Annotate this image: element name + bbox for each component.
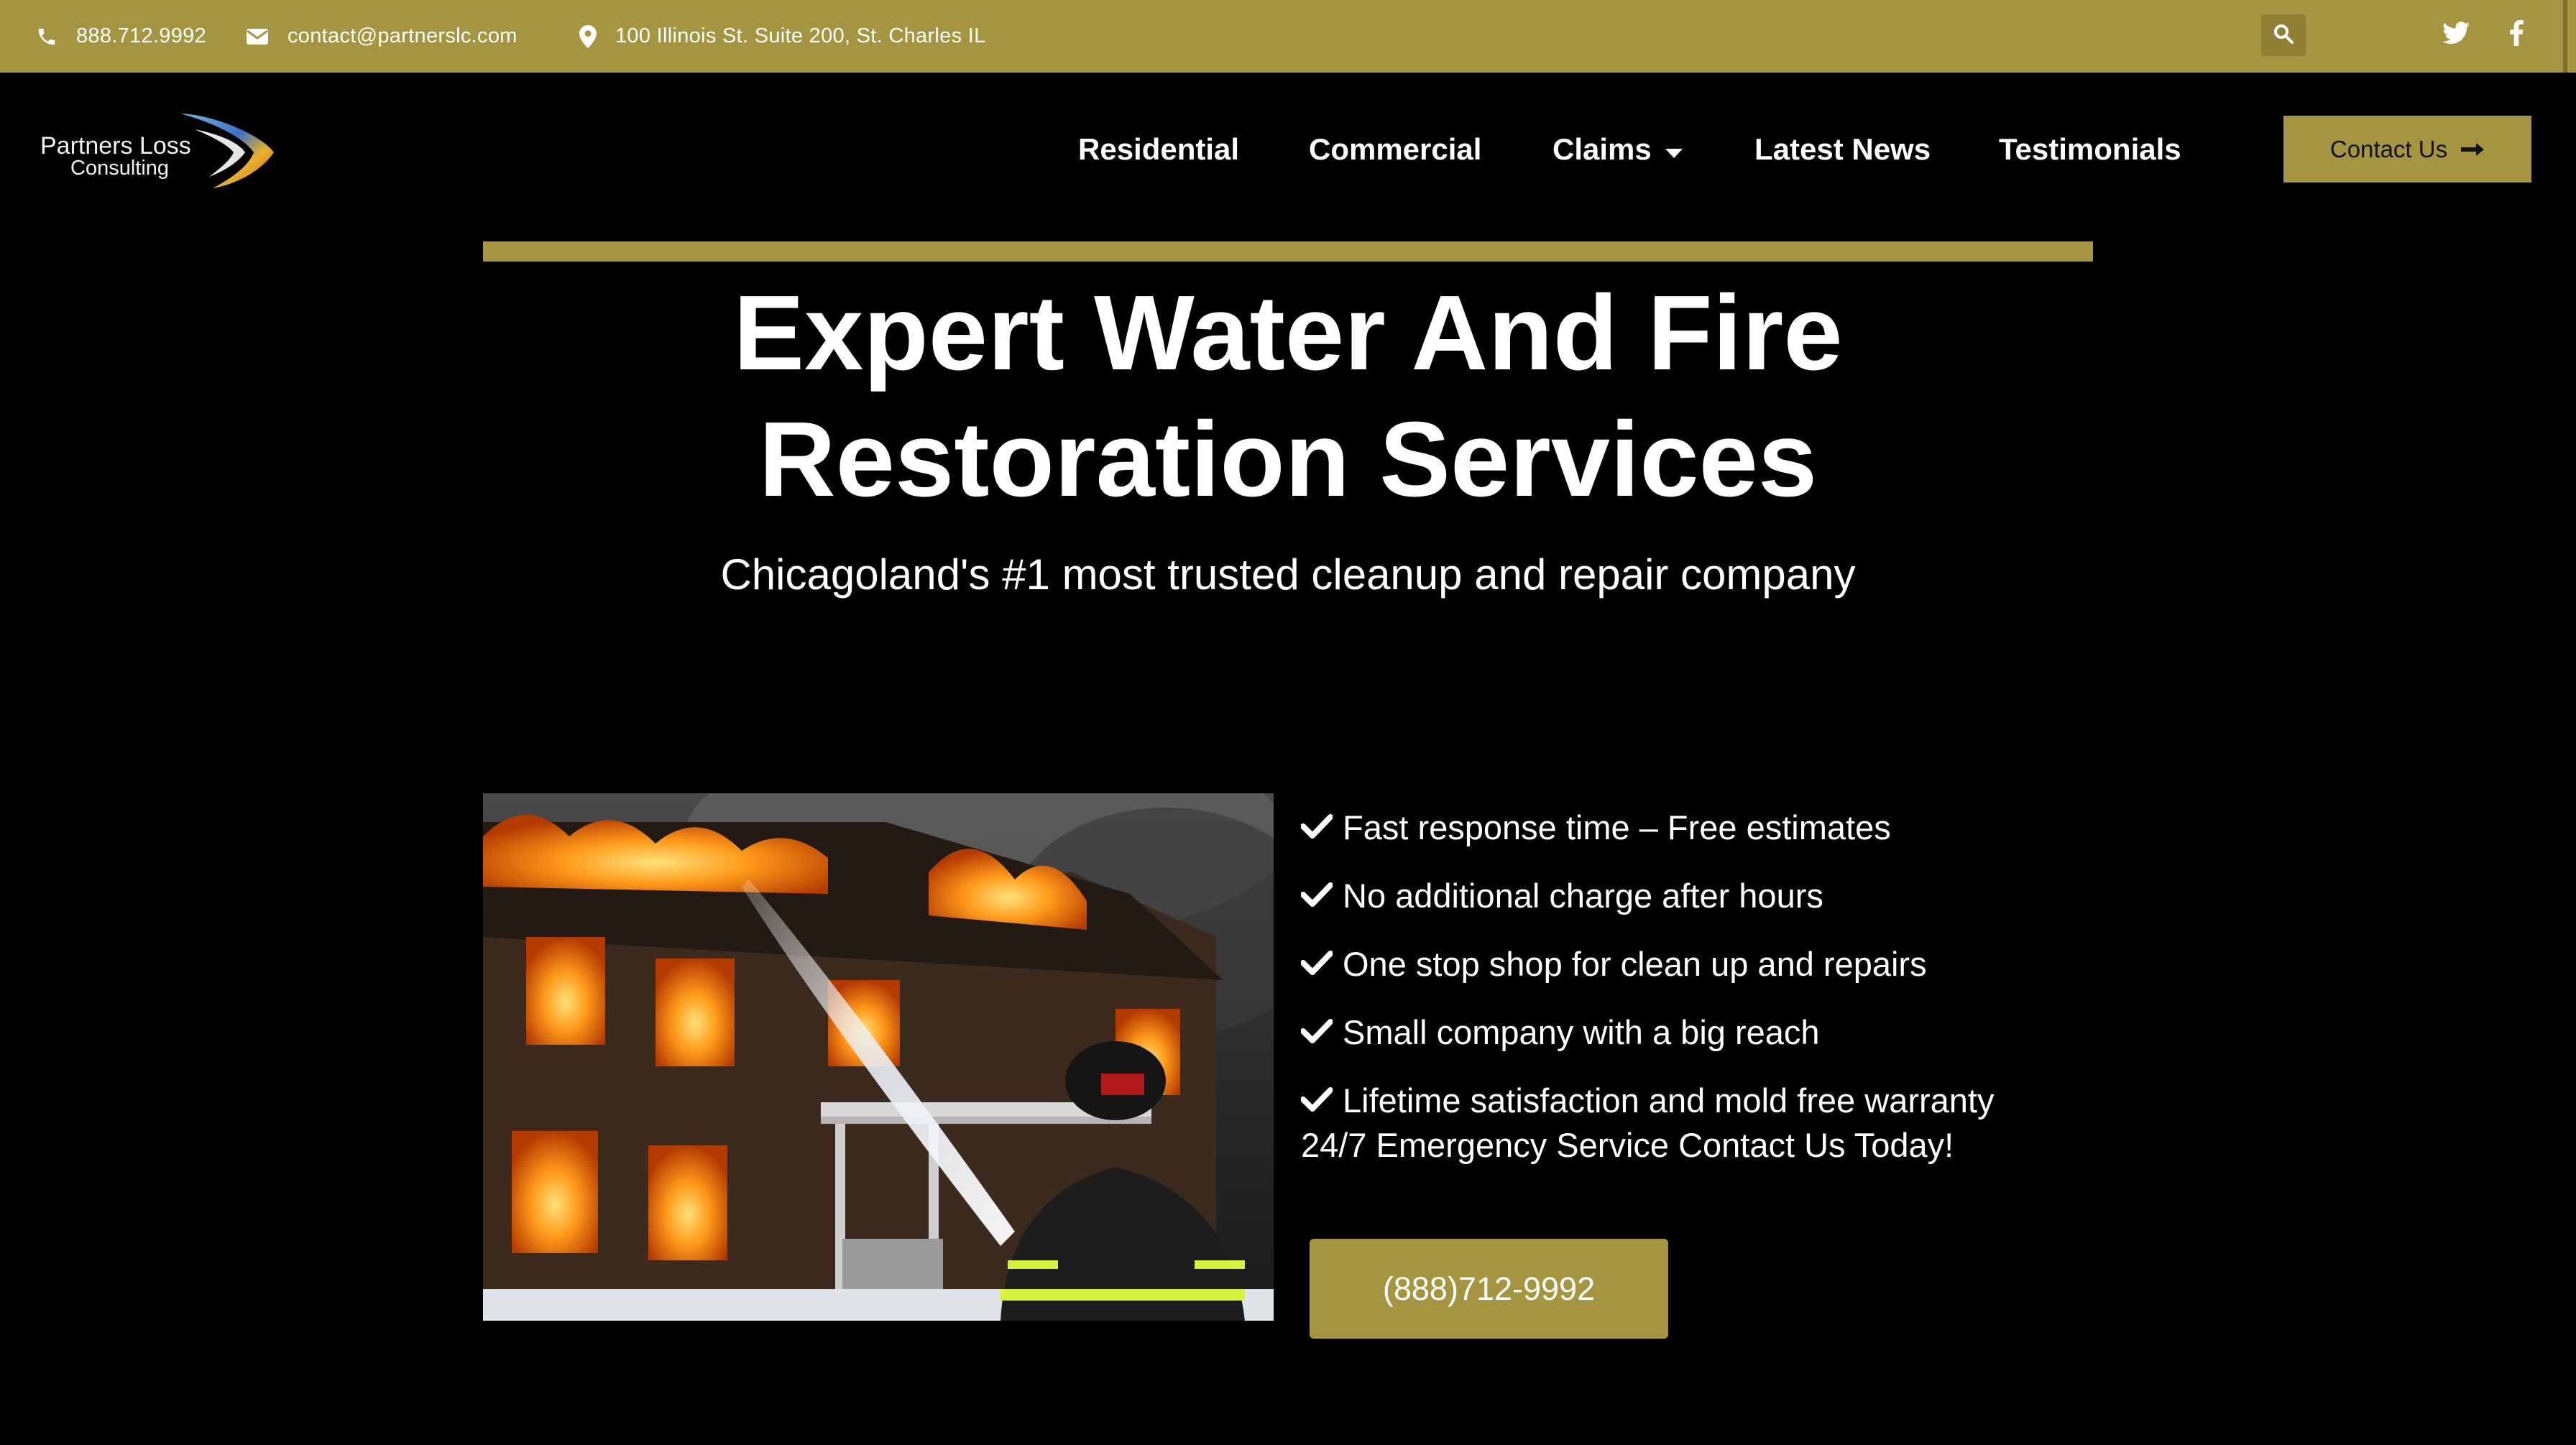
list-item: Fast response time – Free estimates <box>1300 793 2163 862</box>
topbar-phone[interactable]: 888.712.9992 <box>36 0 206 73</box>
check-icon <box>1300 1081 1343 1120</box>
feature-text: Lifetime satisfaction and mold free warr… <box>1343 1081 1995 1119</box>
contact-us-label: Contact Us <box>2329 135 2448 162</box>
twitter-link[interactable] <box>2440 19 2472 50</box>
topbar-address-text: 100 Illinois St. Suite 200, St. Charles … <box>615 24 986 47</box>
topbar-address: 100 Illinois St. Suite 200, St. Charles … <box>579 0 986 73</box>
facebook-icon <box>2509 19 2524 50</box>
feature-list: Fast response time – Free estimates No a… <box>1300 793 2163 1135</box>
contact-us-button[interactable]: Contact Us <box>2283 116 2531 183</box>
hero-subtitle: Chicagoland's #1 most trusted cleanup an… <box>720 550 1856 599</box>
envelope-icon <box>246 27 269 46</box>
check-icon <box>1300 808 1343 847</box>
hero-divider <box>483 241 2093 262</box>
hero-title-line2: Restoration Services <box>758 400 1818 519</box>
facebook-link[interactable] <box>2501 19 2532 50</box>
check-icon <box>1300 944 1343 984</box>
hero-title: Expert Water And Fire Restoration Servic… <box>483 270 2093 523</box>
caret-down-icon <box>1665 132 1683 167</box>
topbar-email[interactable]: contact@partnerslc.com <box>246 0 518 73</box>
twitter-icon <box>2442 21 2470 48</box>
scrollbar-track[interactable] <box>2563 0 2567 73</box>
map-pin-icon <box>579 24 597 48</box>
search-button[interactable] <box>2261 14 2306 56</box>
nav-residential[interactable]: Residential <box>1078 122 1239 177</box>
top-contact-bar: 888.712.9992 contact@partnerslc.com 100 … <box>0 0 2576 73</box>
logo-swoosh-icon <box>180 114 274 188</box>
list-item: Small company with a big reach <box>1300 998 2163 1066</box>
house-fire-photo <box>483 793 1274 1321</box>
topbar-email-text: contact@partnerslc.com <box>288 24 518 47</box>
phone-icon <box>36 26 58 47</box>
nav-testimonials[interactable]: Testimonials <box>1999 122 2181 177</box>
list-item: Lifetime satisfaction and mold free warr… <box>1300 1066 2163 1135</box>
nav-commercial[interactable]: Commercial <box>1309 122 1481 177</box>
topbar-phone-text: 888.712.9992 <box>76 24 206 47</box>
check-icon <box>1300 876 1343 915</box>
list-item: One stop shop for clean up and repairs <box>1300 930 2163 998</box>
feature-text: One stop shop for clean up and repairs <box>1343 945 1927 983</box>
hero-title-line1: Expert Water And Fire <box>733 274 1843 392</box>
call-phone-button[interactable]: (888)712-9992 <box>1310 1239 1668 1339</box>
arrow-right-icon <box>2447 136 2485 163</box>
logo-text-line2: Consulting <box>70 157 170 180</box>
nav-latest-news[interactable]: Latest News <box>1754 122 1931 177</box>
nav-claims-label: Claims <box>1552 132 1652 166</box>
feature-text: No additional charge after hours <box>1343 877 1823 915</box>
emergency-service-text: 24/7 Emergency Service Contact Us Today! <box>1301 1126 1954 1164</box>
feature-text: Small company with a big reach <box>1343 1013 1820 1051</box>
feature-text: Fast response time – Free estimates <box>1343 808 1891 846</box>
search-icon <box>2273 23 2294 48</box>
site-logo[interactable]: Partners Loss Consulting <box>40 108 274 190</box>
list-item: No additional charge after hours <box>1300 862 2163 930</box>
check-icon <box>1300 1012 1343 1052</box>
nav-claims[interactable]: Claims <box>1552 122 1683 177</box>
